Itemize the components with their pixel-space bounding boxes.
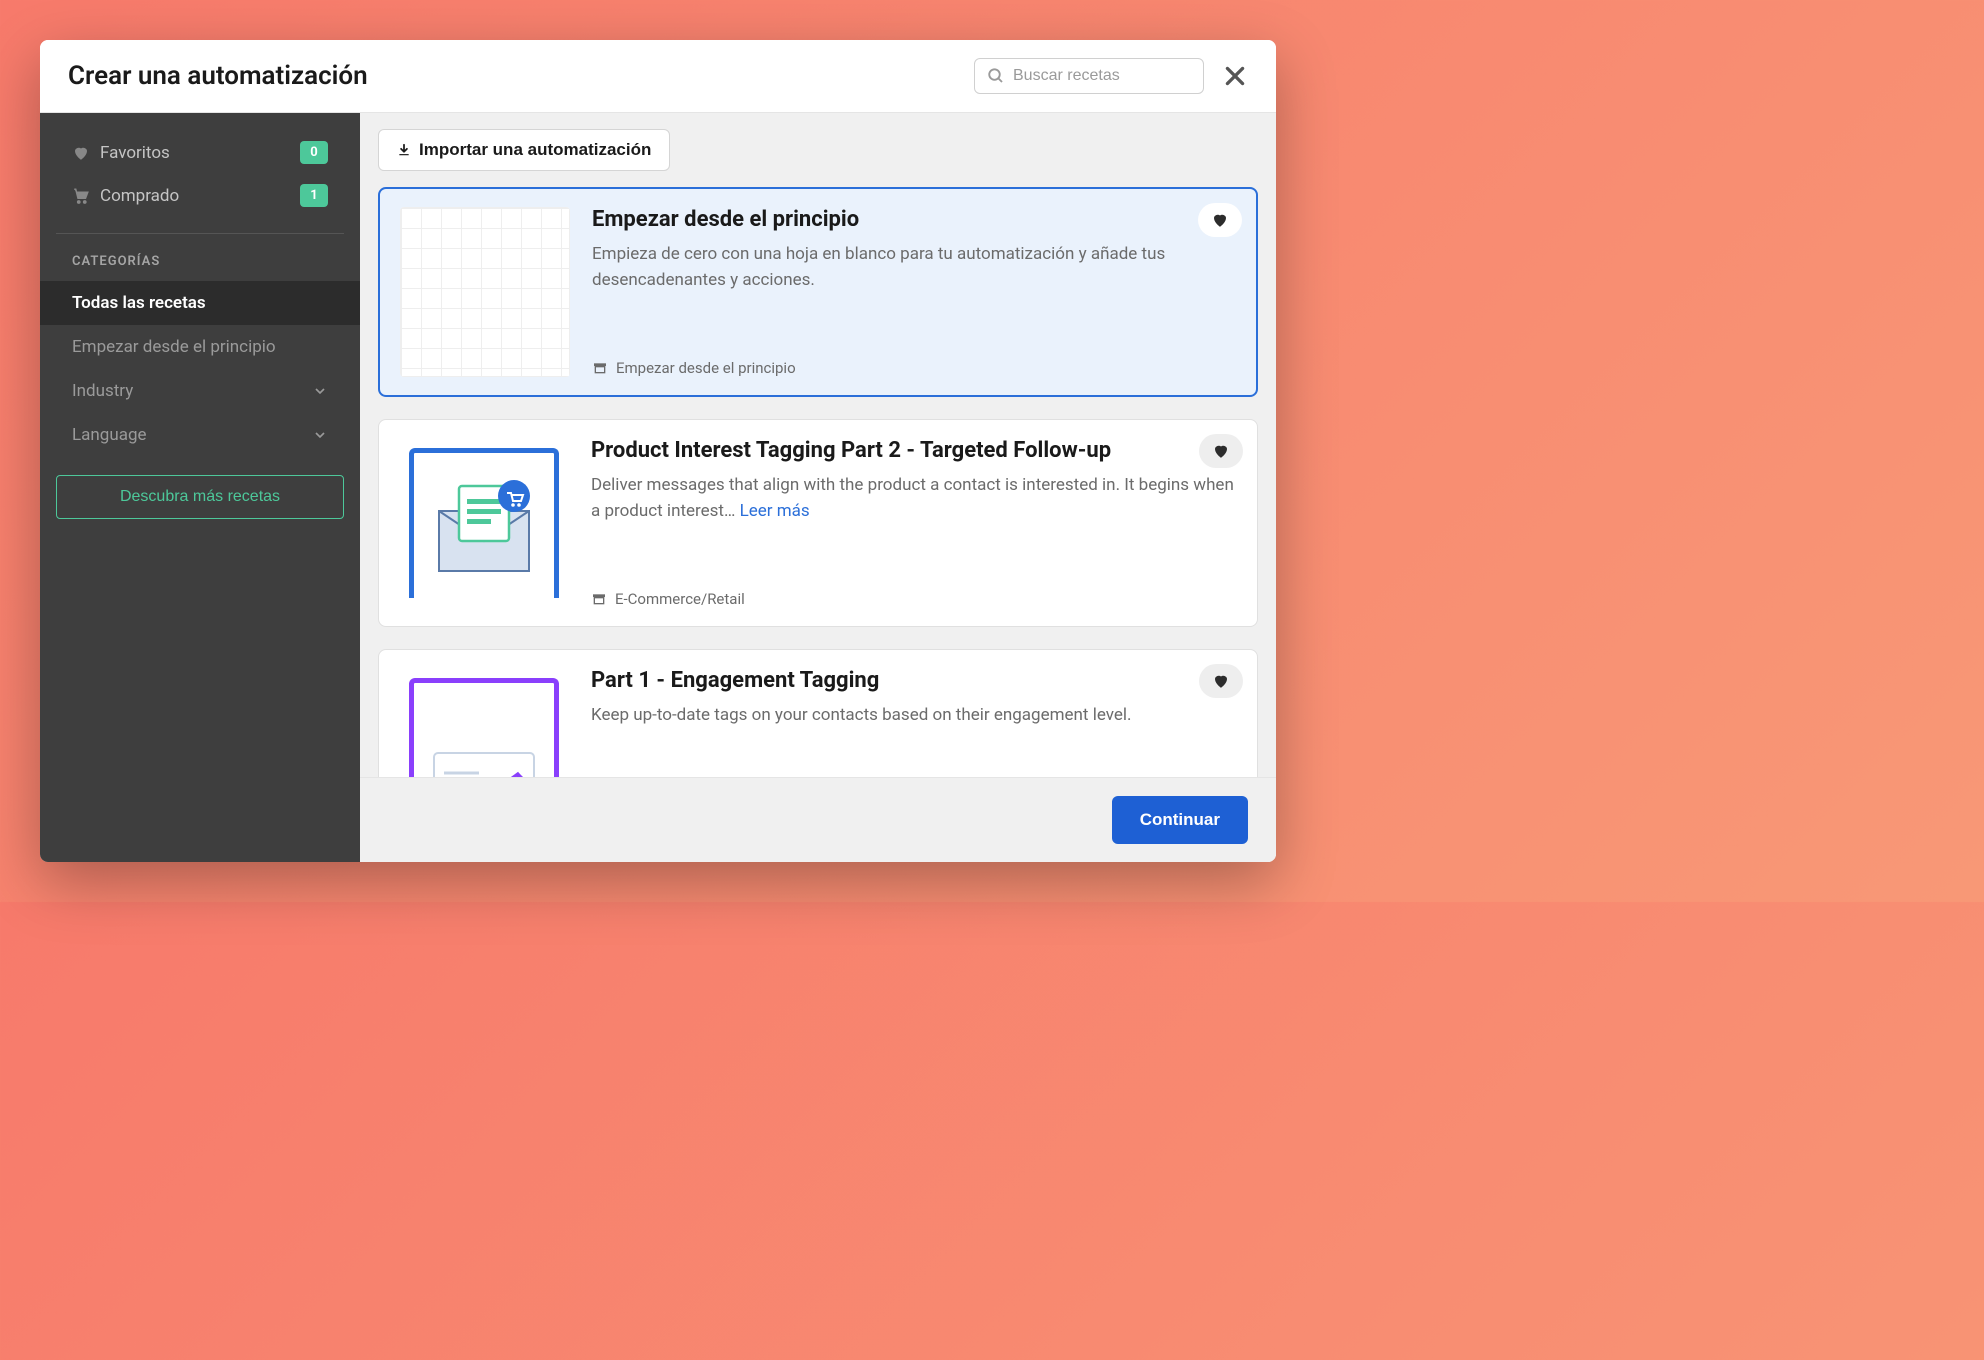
search-input[interactable]: [1013, 67, 1191, 85]
recipe-content: Empezar desde el principio Empieza de ce…: [592, 207, 1236, 377]
recipe-description: Empieza de cero con una hoja en blanco p…: [592, 242, 1236, 293]
purchased-label: Comprado: [100, 186, 179, 206]
recipe-category-label: Empezar desde el principio: [616, 359, 796, 377]
category-language[interactable]: Language: [40, 413, 360, 457]
heart-icon: [1211, 211, 1229, 229]
categories-heading: CATEGORÍAS: [56, 254, 344, 281]
favorite-button[interactable]: [1198, 203, 1242, 237]
sidebar-purchased[interactable]: Comprado 1: [72, 174, 328, 217]
recipe-content: Part 1 - Engagement Tagging Keep up-to-d…: [591, 668, 1237, 777]
main-panel: Importar una automatización Empezar desd…: [360, 113, 1276, 862]
category-label: Language: [72, 425, 147, 445]
recipe-category: E-Commerce/Retail: [591, 582, 1237, 608]
search-box[interactable]: [974, 58, 1204, 94]
category-label: Industry: [72, 381, 133, 401]
chevron-down-icon: [312, 427, 328, 443]
download-icon: [397, 143, 411, 157]
favorite-button[interactable]: [1199, 434, 1243, 468]
purchased-count: 1: [300, 184, 328, 207]
category-start-from-scratch[interactable]: Empezar desde el principio: [40, 325, 360, 369]
sidebar: Favoritos 0 Comprado 1 CATEGORÍAS Todas …: [40, 113, 360, 862]
modal-header: Crear una automatización: [40, 40, 1276, 113]
archive-icon: [591, 591, 607, 607]
recipe-card-engagement-tagging[interactable]: Part 1 - Engagement Tagging Keep up-to-d…: [378, 649, 1258, 777]
category-label: Empezar desde el principio: [72, 337, 276, 357]
favorites-label: Favoritos: [100, 143, 170, 163]
close-button[interactable]: [1222, 63, 1248, 89]
read-more-link[interactable]: Leer más: [740, 501, 810, 521]
recipe-thumbnail: [400, 207, 570, 377]
sidebar-top: Favoritos 0 Comprado 1: [56, 131, 344, 234]
recipe-title: Product Interest Tagging Part 2 - Target…: [591, 438, 1237, 463]
category-all-recipes[interactable]: Todas las recetas: [40, 281, 360, 325]
recipe-list: Empezar desde el principio Empieza de ce…: [360, 187, 1276, 777]
sidebar-favorites[interactable]: Favoritos 0: [72, 131, 328, 174]
favorite-button[interactable]: [1199, 664, 1243, 698]
cart-icon: [72, 187, 90, 205]
recipe-content: Product Interest Tagging Part 2 - Target…: [591, 438, 1237, 608]
email-illustration: [429, 471, 539, 581]
heart-icon: [72, 144, 90, 162]
modal-body: Favoritos 0 Comprado 1 CATEGORÍAS Todas …: [40, 113, 1276, 862]
discover-more-button[interactable]: Descubra más recetas: [56, 475, 344, 519]
grid-thumbnail: [400, 207, 570, 377]
favorites-count: 0: [300, 141, 328, 164]
recipe-description: Keep up-to-date tags on your contacts ba…: [591, 703, 1237, 729]
search-icon: [987, 67, 1005, 85]
recipe-category: Empezar desde el principio: [592, 351, 1236, 377]
import-label: Importar una automatización: [419, 140, 651, 160]
recipe-card-start-from-scratch[interactable]: Empezar desde el principio Empieza de ce…: [378, 187, 1258, 397]
email-thumbnail: [409, 448, 559, 598]
import-automation-button[interactable]: Importar una automatización: [378, 129, 670, 171]
chart-illustration: [429, 748, 539, 777]
engagement-thumbnail: [409, 678, 559, 777]
recipe-thumbnail: [399, 438, 569, 608]
recipe-title: Part 1 - Engagement Tagging: [591, 668, 1237, 693]
archive-icon: [592, 360, 608, 376]
continue-button[interactable]: Continuar: [1112, 796, 1248, 844]
recipe-title: Empezar desde el principio: [592, 207, 1236, 232]
create-automation-modal: Crear una automatización Favoritos 0: [40, 40, 1276, 862]
modal-footer: Continuar: [360, 777, 1276, 862]
recipe-description: Deliver messages that align with the pro…: [591, 473, 1237, 524]
chevron-down-icon: [312, 383, 328, 399]
close-icon: [1222, 63, 1248, 89]
heart-icon: [1212, 672, 1230, 690]
main-toolbar: Importar una automatización: [360, 113, 1276, 187]
recipe-card-product-interest[interactable]: Product Interest Tagging Part 2 - Target…: [378, 419, 1258, 627]
modal-title: Crear una automatización: [68, 61, 368, 91]
heart-icon: [1212, 442, 1230, 460]
header-actions: [974, 58, 1248, 94]
category-label: Todas las recetas: [72, 293, 206, 313]
recipe-thumbnail: [399, 668, 569, 777]
category-industry[interactable]: Industry: [40, 369, 360, 413]
recipe-category-label: E-Commerce/Retail: [615, 590, 745, 608]
